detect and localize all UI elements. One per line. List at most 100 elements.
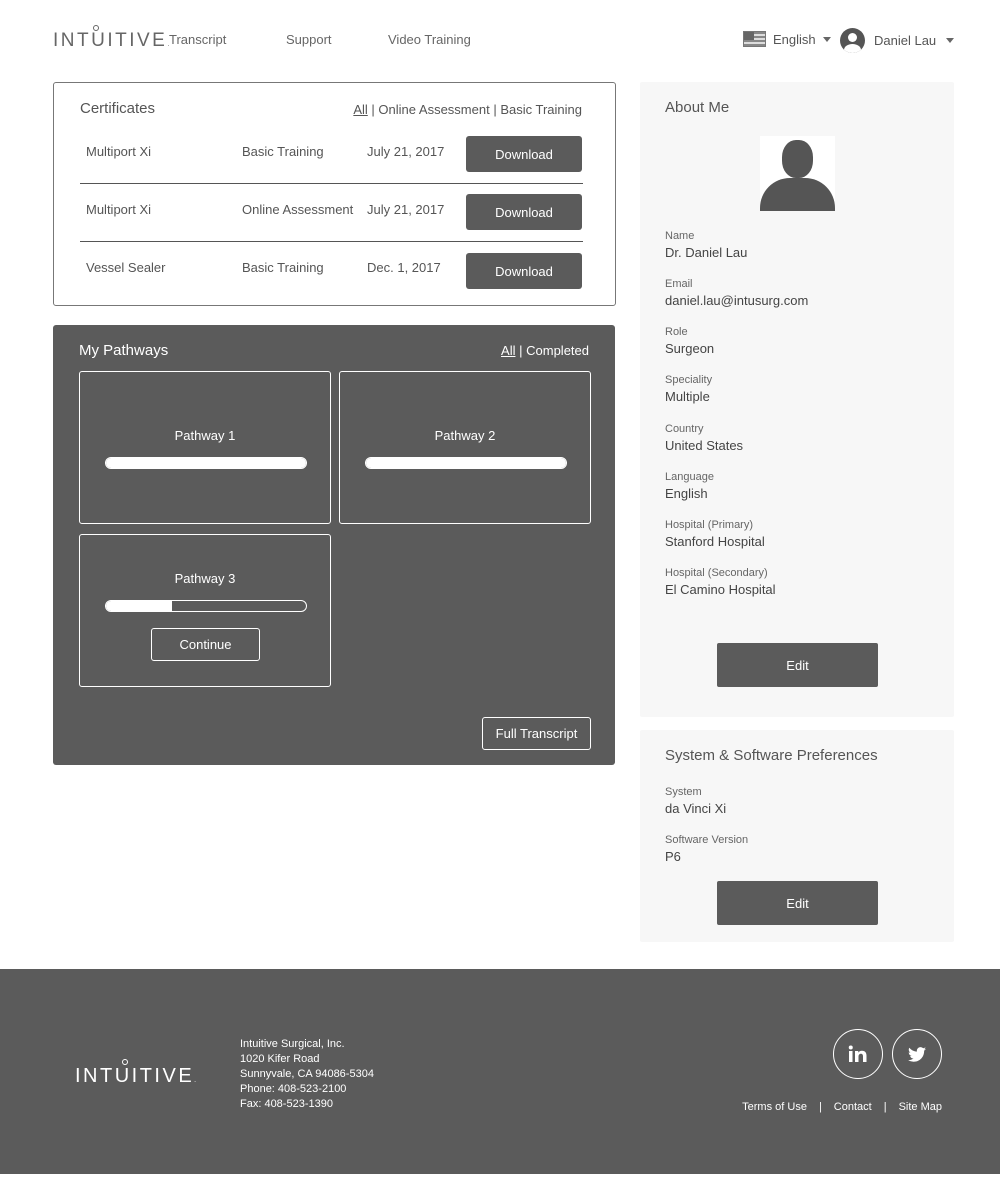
progress-fill [366, 458, 566, 468]
footer-links: Terms of Use | Contact | Site Map [742, 1101, 942, 1113]
field-value: English [665, 486, 708, 501]
certificates-title: Certificates [80, 100, 156, 117]
certificates-filter: All | Online Assessment | Basic Training [353, 102, 582, 117]
field-value: P6 [665, 849, 681, 864]
intuitive-logo[interactable]: INTUITIVE. [53, 25, 169, 52]
cert-type: Basic Training [242, 144, 324, 159]
field-label: Email [665, 278, 693, 290]
language-label: English [773, 31, 816, 47]
address-line: Sunnyvale, CA 94086-5304 [240, 1068, 374, 1080]
pathway-card[interactable]: Pathway 2 [339, 371, 591, 524]
field-label: Speciality [665, 374, 713, 386]
cert-product: Vessel Sealer [86, 260, 166, 275]
certificate-row: Multiport Xi Online Assessment July 21, … [80, 184, 583, 242]
edit-profile-button[interactable]: Edit [717, 643, 878, 687]
filter-basic-training[interactable]: Basic Training [500, 102, 582, 117]
address-line: Phone: 408-523-2100 [240, 1083, 347, 1095]
footer-logo-text: INTUITIVE [75, 1065, 195, 1087]
user-avatar-icon [840, 28, 865, 53]
site-map-link[interactable]: Site Map [899, 1101, 942, 1113]
field-label: Country [665, 423, 704, 435]
cert-date: July 21, 2017 [367, 202, 445, 217]
logo-ring-icon [93, 25, 99, 31]
top-header: INTUITIVE. Transcript Support Video Trai… [0, 0, 1000, 80]
link-separator: | [818, 1101, 822, 1113]
field-label: Hospital (Secondary) [665, 567, 768, 579]
cert-date: July 21, 2017 [367, 144, 445, 159]
pathway-progress-bar [105, 600, 307, 612]
about-me-card: About Me Name Dr. Daniel Lau Email danie… [640, 82, 954, 717]
pathway-name: Pathway 3 [174, 571, 236, 586]
language-selector[interactable]: English [743, 31, 831, 47]
filter-separator: | [493, 102, 497, 117]
logo-text: INTUITIVE [53, 30, 168, 51]
progress-fill [106, 601, 172, 611]
certificate-row: Multiport Xi Basic Training July 21, 201… [80, 126, 583, 184]
field-language: Language English [665, 471, 714, 502]
system-preferences-card: System & Software Preferences System da … [640, 730, 954, 942]
terms-of-use-link[interactable]: Terms of Use [742, 1101, 807, 1113]
us-flag-icon [743, 31, 766, 47]
download-button[interactable]: Download [466, 136, 582, 172]
field-label: System [665, 786, 702, 798]
field-hospital-secondary: Hospital (Secondary) El Camino Hospital [665, 567, 776, 598]
field-value: Stanford Hospital [665, 534, 765, 549]
field-label: Software Version [665, 834, 749, 846]
profile-avatar-icon [760, 136, 835, 211]
continue-button[interactable]: Continue [151, 628, 260, 661]
field-label: Language [665, 471, 714, 483]
field-software-version: Software Version P6 [665, 834, 748, 865]
field-system: System da Vinci Xi [665, 786, 726, 817]
download-button[interactable]: Download [466, 253, 582, 289]
contact-link[interactable]: Contact [834, 1101, 872, 1113]
progress-fill [106, 458, 306, 468]
pathway-name: Pathway 2 [434, 428, 496, 443]
twitter-icon[interactable] [892, 1029, 942, 1079]
edit-preferences-button[interactable]: Edit [717, 881, 878, 925]
filter-online-assessment[interactable]: Online Assessment [378, 102, 489, 117]
address-line: 1020 Kifer Road [240, 1053, 320, 1065]
full-transcript-button[interactable]: Full Transcript [482, 717, 591, 750]
filter-completed[interactable]: Completed [526, 343, 589, 358]
field-value: da Vinci Xi [665, 801, 727, 816]
user-menu[interactable]: Daniel Lau [840, 28, 955, 53]
filter-all[interactable]: All [501, 343, 515, 358]
pathways-filter: All | Completed [501, 343, 589, 358]
nav-support[interactable]: Support [286, 32, 332, 47]
nav-transcript[interactable]: Transcript [169, 32, 226, 47]
cert-product: Multiport Xi [86, 144, 152, 159]
download-button[interactable]: Download [466, 194, 582, 230]
cert-type: Online Assessment [242, 202, 354, 217]
field-value: Multiple [665, 389, 710, 404]
company-address: Intuitive Surgical, Inc. 1020 Kifer Road… [240, 1037, 374, 1112]
nav-video-training[interactable]: Video Training [388, 32, 471, 47]
cert-product: Multiport Xi [86, 202, 152, 217]
footer: INTUITIVE. Intuitive Surgical, Inc. 1020… [0, 969, 1000, 1174]
cert-type: Basic Training [242, 260, 324, 275]
field-label: Name [665, 230, 695, 242]
certificates-card: Certificates All | Online Assessment | B… [53, 82, 616, 306]
field-value: Surgeon [665, 341, 715, 356]
preferences-title: System & Software Preferences [665, 747, 878, 764]
user-name: Daniel Lau [874, 33, 937, 48]
field-role: Role Surgeon [665, 326, 714, 357]
chevron-down-icon [822, 36, 831, 42]
pathway-card[interactable]: Pathway 3 Continue [79, 534, 331, 687]
pathway-progress-bar [365, 457, 567, 469]
field-name: Name Dr. Daniel Lau [665, 230, 747, 261]
filter-separator: | [519, 343, 523, 358]
linkedin-icon[interactable] [833, 1029, 883, 1079]
field-country: Country United States [665, 423, 743, 454]
pathway-progress-bar [105, 457, 307, 469]
footer-logo[interactable]: INTUITIVE. [75, 1059, 196, 1088]
field-hospital-primary: Hospital (Primary) Stanford Hospital [665, 519, 765, 550]
logo-ring-icon [122, 1059, 128, 1065]
field-value: daniel.lau@intusurg.com [665, 293, 809, 308]
link-separator: | [883, 1101, 887, 1113]
filter-all[interactable]: All [353, 102, 367, 117]
pathways-title: My Pathways [79, 342, 169, 359]
field-speciality: Speciality Multiple [665, 374, 712, 405]
field-email: Email daniel.lau@intusurg.com [665, 278, 808, 309]
address-line: Intuitive Surgical, Inc. [240, 1038, 345, 1050]
pathway-card[interactable]: Pathway 1 [79, 371, 331, 524]
